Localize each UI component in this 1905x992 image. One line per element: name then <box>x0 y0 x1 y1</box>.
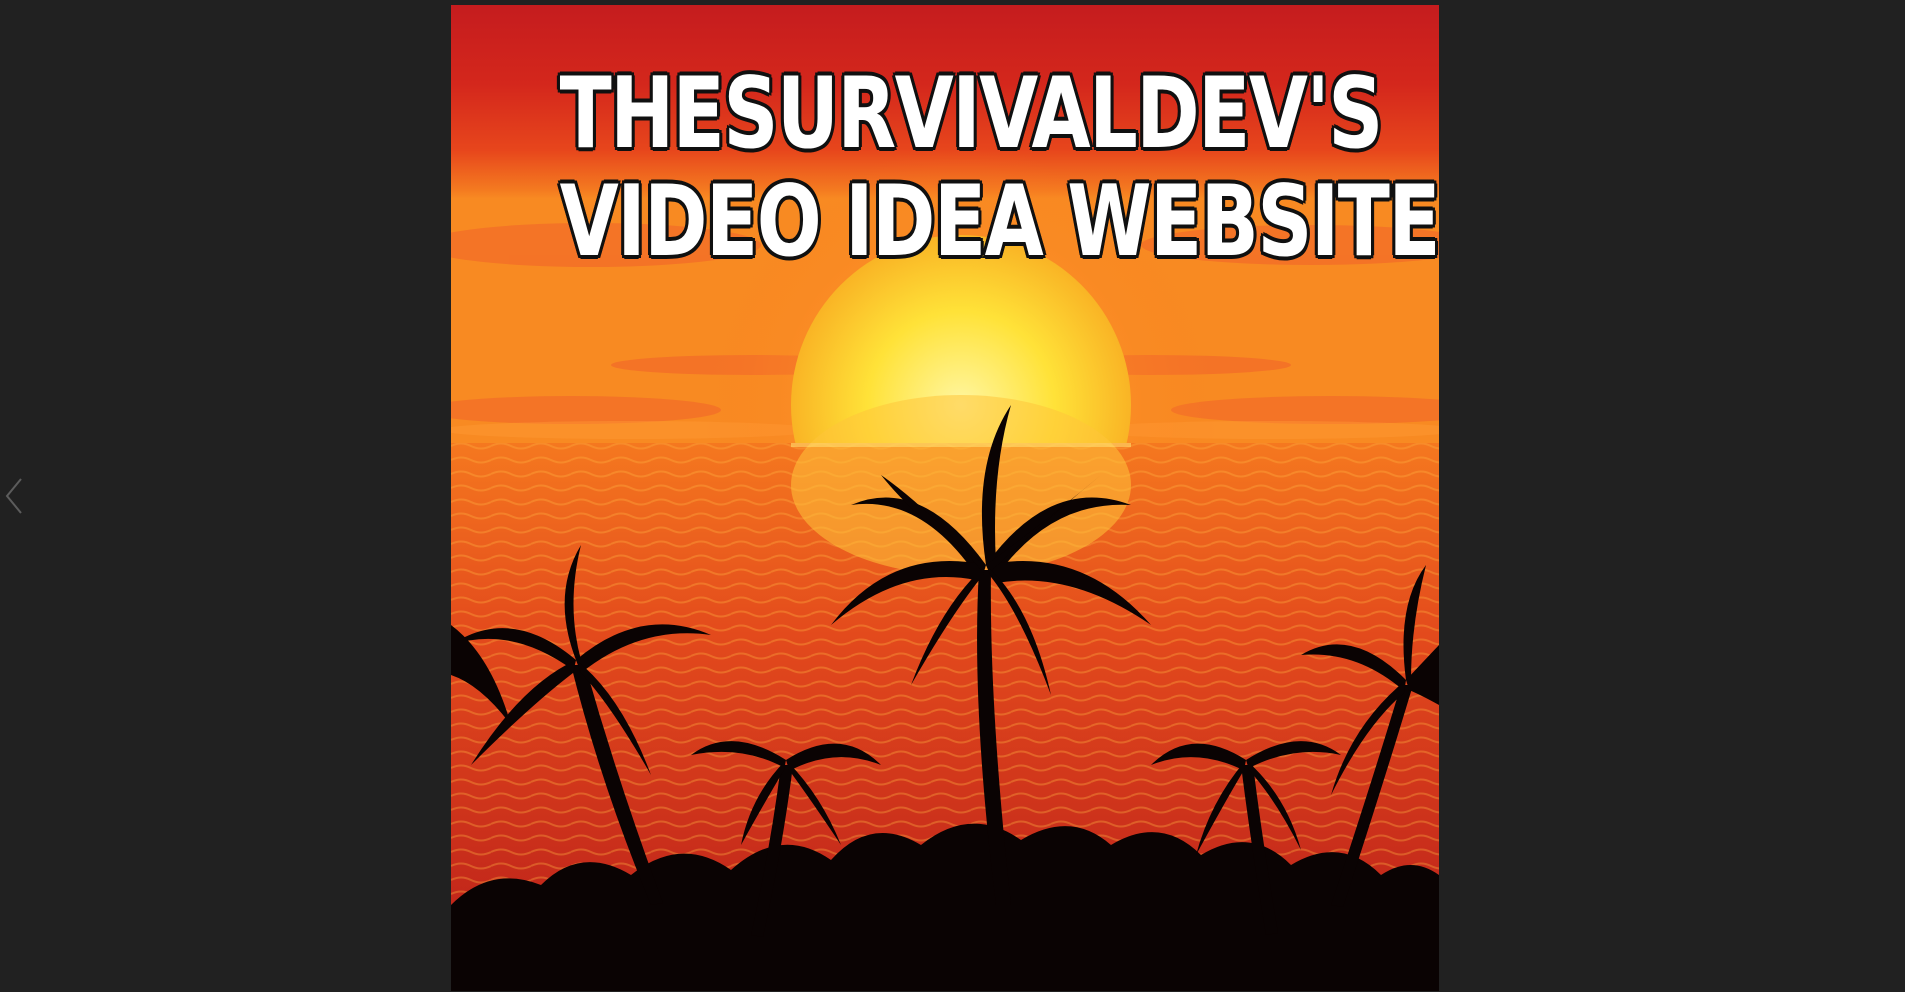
title-line-1: THESURVIVALDEV'S <box>559 57 1385 171</box>
title-line-2: VIDEO IDEA WEBSITE <box>559 165 1439 279</box>
image-viewer: THESURVIVALDEV'S VIDEO IDEA WEBSITE <box>0 0 1905 992</box>
displayed-image: THESURVIVALDEV'S VIDEO IDEA WEBSITE <box>451 5 1439 991</box>
chevron-left-icon <box>5 478 22 514</box>
image-title-overlay: THESURVIVALDEV'S VIDEO IDEA WEBSITE <box>559 57 1439 279</box>
previous-image-button[interactable] <box>0 470 28 522</box>
